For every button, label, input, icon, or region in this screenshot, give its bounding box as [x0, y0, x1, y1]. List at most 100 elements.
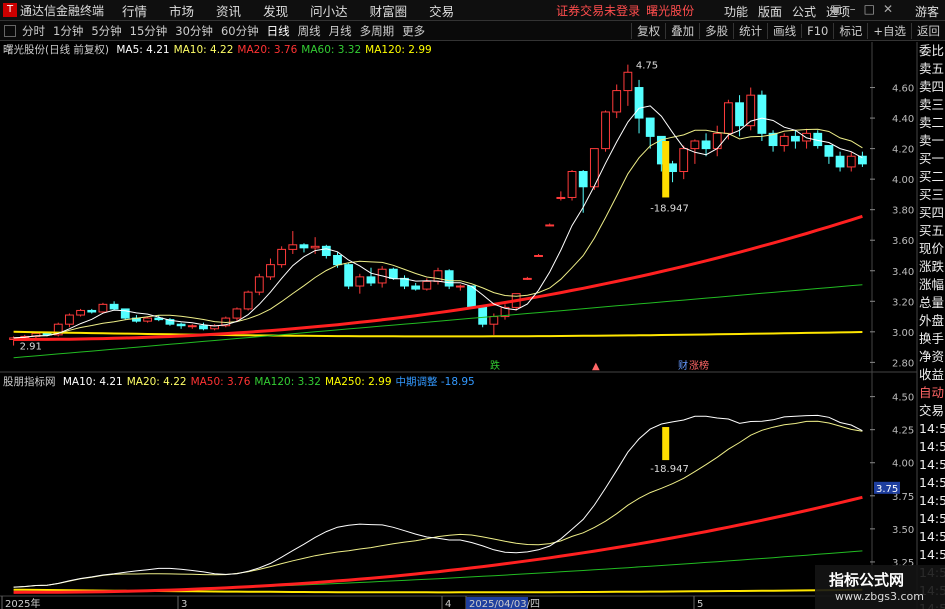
side-panel-item-19[interactable]: 自动: [917, 384, 945, 402]
event-marker-2: 财: [678, 359, 688, 372]
side-panel-item-22[interactable]: 14:56: [917, 438, 945, 456]
candle-body-40: [455, 285, 465, 288]
indicator-ma-label-0: MA10: 4.21: [62, 376, 123, 388]
ma120-line: [13, 330, 863, 338]
side-panel-item-25[interactable]: 14:56: [917, 492, 945, 510]
x-label-2: 4: [445, 599, 451, 609]
side-panel-item-12[interactable]: 涨跌: [917, 258, 945, 276]
indicator-ma-label-1: MA20: 4.22: [126, 376, 187, 388]
side-panel-item-20[interactable]: 交易: [917, 402, 945, 420]
side-panel-item-18[interactable]: 收益: [917, 366, 945, 384]
side-panel-item-28[interactable]: 14:56: [917, 546, 945, 564]
candle-body-74: [835, 155, 845, 168]
main-ma-label-4: MA120: 2.99: [365, 44, 432, 56]
side-panel-item-27[interactable]: 14:56: [917, 528, 945, 546]
candle-body-22: [254, 276, 264, 293]
candle-body-65: [735, 102, 744, 127]
candle-body-23: [266, 264, 275, 278]
signal-bar-ind: [662, 427, 670, 461]
indicator-legend: 股朋指标网 MA10: 4.21 MA20: 4.22 MA50: 3.76 MA12…: [3, 374, 483, 388]
event-marker-0: 跌: [490, 359, 500, 372]
candle-body-28: [321, 245, 331, 256]
side-panel-item-8[interactable]: 买三: [917, 186, 945, 204]
candle-body-42: [478, 306, 488, 325]
candle-body-31: [355, 276, 365, 287]
high-price-label: 4.75: [636, 61, 658, 72]
side-panel-item-16[interactable]: 换手: [917, 330, 945, 348]
main-ma-label-3: MA60: 3.32: [301, 44, 362, 56]
side-panel-item-15[interactable]: 外盘: [917, 312, 945, 330]
event-marker-1: ▲: [592, 361, 600, 372]
indicator-ma-values: MA10: 4.21 MA20: 4.22 MA50: 3.76 MA120: 3.3…: [63, 376, 479, 388]
candle-body-24: [277, 248, 287, 266]
x-label-4: 5: [697, 599, 703, 609]
candle-body-16: [187, 325, 197, 328]
signal-bar-main: [662, 140, 670, 198]
side-panel-item-1[interactable]: 卖五: [917, 60, 945, 78]
ind-y-tick-1: 4.25: [892, 426, 914, 437]
indicator-ma-label-2: MA50: 3.76: [190, 376, 251, 388]
side-panel-item-24[interactable]: 14:56: [917, 474, 945, 492]
candle-body-75: [846, 155, 856, 168]
indicator-ma-label-4: MA250: 2.99: [324, 376, 392, 388]
ind-ma10-line: [13, 414, 863, 588]
side-panel-item-14[interactable]: 总量: [917, 294, 945, 312]
candle-body-25: [288, 244, 298, 250]
side-panel-item-10[interactable]: 买五: [917, 222, 945, 240]
side-panel-item-0[interactable]: 委比: [917, 42, 945, 60]
indicator-title: 股朋指标网: [3, 376, 56, 388]
candle-body-26: [299, 244, 309, 249]
side-panel-item-6[interactable]: 买一: [917, 150, 945, 168]
signal-value-main: -18.947: [650, 204, 689, 215]
candle-body-47: [534, 254, 543, 257]
candle-body-55: [623, 71, 633, 92]
candle-body-59: [668, 163, 677, 173]
current-value-label: 3.75: [876, 484, 898, 495]
candle-body-29: [333, 254, 342, 266]
side-panel-item-5[interactable]: 卖一: [917, 132, 945, 150]
main-y-tick-8: 3.00: [892, 328, 914, 339]
side-panel-item-13[interactable]: 涨幅: [917, 276, 945, 294]
candle-body-63: [712, 132, 722, 150]
candle-body-54: [612, 90, 622, 113]
main-y-tick-7: 3.20: [892, 297, 914, 308]
candle-body-37: [422, 280, 432, 290]
candle-body-64: [723, 102, 733, 134]
candle-body-32: [366, 276, 376, 284]
candle-body-9: [109, 303, 119, 310]
main-ma-label-1: MA10: 4.22: [173, 44, 234, 56]
side-panel-item-3[interactable]: 卖三: [917, 96, 945, 114]
side-panel-item-17[interactable]: 净资: [917, 348, 945, 366]
side-panel-item-9[interactable]: 买四: [917, 204, 945, 222]
candle-body-15: [176, 323, 186, 327]
side-panel-item-4[interactable]: 卖二: [917, 114, 945, 132]
x-label-3: 2025/04/03/四: [469, 599, 540, 609]
side-panel-item-2[interactable]: 卖四: [917, 78, 945, 96]
candle-body-62: [701, 140, 711, 150]
kline-chart[interactable]: 4.60 4.40 4.20 4.00 3.80 3.60 3.40 3.20 3.00 2.80…: [0, 0, 945, 609]
watermark: 指标公式网 www.zbgs3.com: [815, 565, 945, 609]
candle-body-6: [76, 309, 86, 316]
candle-body-17: [199, 325, 208, 330]
side-panel-item-21[interactable]: 14:56: [917, 420, 945, 438]
candle-body-46: [522, 277, 532, 280]
side-panel-item-11[interactable]: 现价: [917, 240, 945, 258]
quote-side-panel: 委比 卖五 卖四 卖三 卖二 卖一 买一 买二 买三 买四 买五 现价 涨跌 涨幅 总量 外盘 换手 净资 收益 自动…: [917, 42, 945, 609]
main-y-tick-4: 3.80: [892, 206, 914, 217]
candle-body-57: [645, 117, 655, 137]
x-label-1: 3: [181, 599, 187, 609]
watermark-url: www.zbgs3.com: [835, 590, 924, 603]
candle-body-39: [444, 270, 454, 287]
ind-ma20-line: [13, 420, 863, 588]
main-y-tick-0: 4.60: [892, 84, 914, 95]
candle-body-48: [545, 224, 555, 227]
main-y-tick-3: 4.00: [892, 175, 914, 186]
side-panel-item-26[interactable]: 14:56: [917, 510, 945, 528]
candle-body-12: [143, 317, 153, 322]
candle-body-30: [344, 264, 354, 287]
candle-body-20: [232, 308, 242, 319]
side-panel-item-23[interactable]: 14:56: [917, 456, 945, 474]
ind-y-tick-4: 3.50: [892, 525, 914, 536]
side-panel-item-7[interactable]: 买二: [917, 168, 945, 186]
ma60-line: [13, 284, 863, 359]
